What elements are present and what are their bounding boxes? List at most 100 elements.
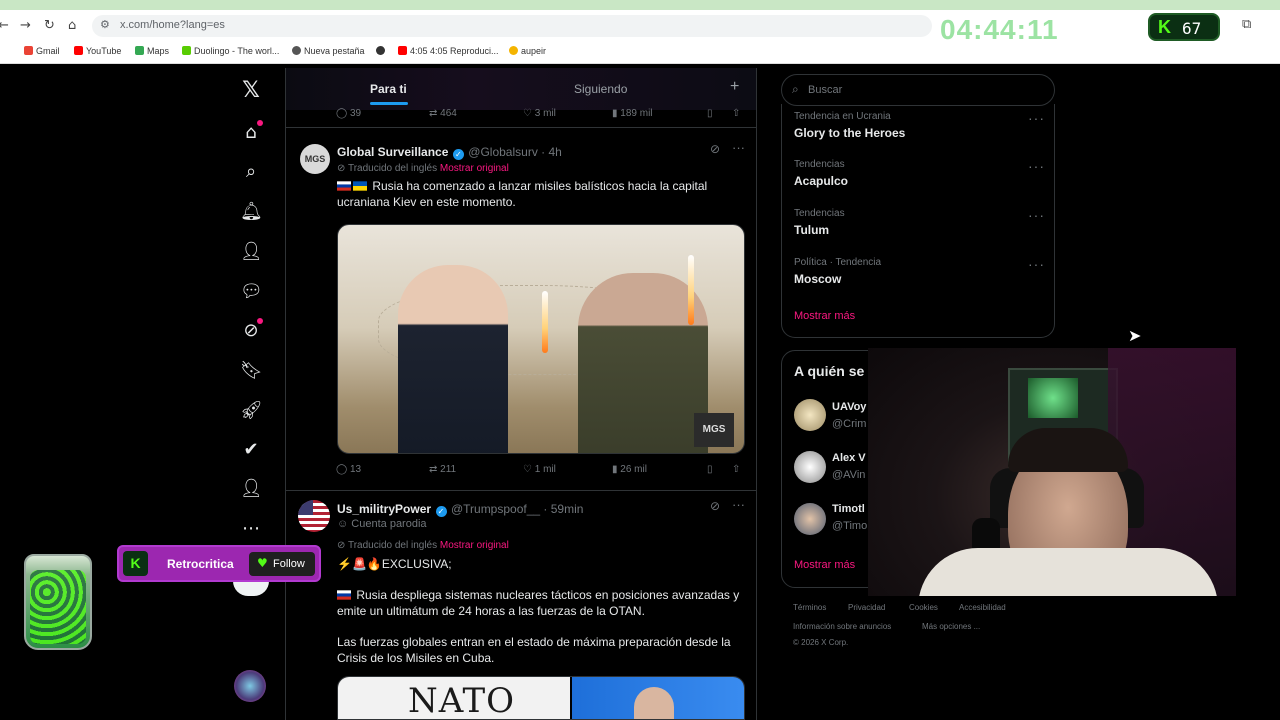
trend-meta: Tendencias [794, 159, 845, 170]
follow-label: Follow [273, 558, 305, 570]
jar-widget [24, 554, 92, 650]
home-icon[interactable]: ⌂ [68, 18, 76, 33]
search-box[interactable]: ⌕ Buscar [781, 74, 1055, 106]
repost-button[interactable]: ⇄ 464 [429, 108, 457, 119]
user-avatar[interactable] [794, 399, 826, 431]
bookmark-video[interactable]: 4:05 4:05 Reproduci... [398, 46, 499, 56]
footer-cookies[interactable]: Cookies [909, 603, 938, 612]
reply-button[interactable]: ◯ 13 [336, 464, 361, 475]
translate-icon: ⊘ [337, 540, 348, 551]
trend-item[interactable]: Tendencias Tulum ··· [782, 201, 1054, 249]
add-tab-icon[interactable]: + [730, 78, 739, 96]
post-more-icon[interactable]: ··· [732, 140, 745, 155]
search-icon: ⌕ [792, 82, 799, 96]
messages-icon[interactable]: 💬︎ [240, 281, 263, 303]
tab-siguiendo[interactable]: Siguiendo [574, 82, 627, 96]
post-more-icon[interactable]: ··· [732, 497, 745, 512]
verified-badge-icon: ✓ [435, 506, 447, 517]
footer-copyright: © 2026 X Corp. [793, 638, 849, 647]
post-text: Rusia despliega sistemas nucleares tácti… [337, 588, 740, 618]
user-handle: @AVin [832, 469, 866, 481]
post-avatar[interactable] [298, 500, 330, 532]
trend-more-icon[interactable]: ··· [1028, 256, 1045, 272]
trend-item[interactable]: Tendencias Acapulco ··· [782, 152, 1054, 200]
x-logo-icon[interactable]: 𝕏 [240, 78, 262, 103]
grok-explain-icon[interactable]: ⊘ [710, 499, 720, 513]
search-nav-icon[interactable]: ⌕ [240, 161, 262, 183]
profile-icon[interactable]: 👤︎ [240, 478, 263, 500]
notifications-icon[interactable]: 🔔︎ [240, 201, 263, 223]
bookmark-gmail[interactable]: Gmail [24, 46, 60, 56]
footer-ads-info[interactable]: Información sobre anuncios [793, 622, 891, 631]
trend-item[interactable]: Tendencia en Ucrania Glory to the Heroes… [782, 104, 1054, 152]
user-name[interactable]: Timotl [832, 503, 865, 515]
trend-item[interactable]: Política · Tendencia Moscow ··· [782, 250, 1054, 298]
author-handle[interactable]: @Trumpspoof__ · 59min [451, 502, 583, 516]
footer-terms[interactable]: Términos [793, 603, 826, 612]
trend-more-icon[interactable]: ··· [1028, 110, 1045, 126]
home-nav-icon[interactable]: ⌂ [240, 120, 263, 144]
footer-privacy[interactable]: Privacidad [848, 603, 885, 612]
trend-more-icon[interactable]: ··· [1028, 207, 1045, 223]
jar-contents [30, 570, 86, 644]
streamer-shirt [918, 548, 1218, 596]
site-info-icon[interactable]: ⚙ [100, 18, 110, 31]
post-media-image[interactable]: NATO [337, 676, 745, 720]
views-button[interactable]: ▮ 189 mil [612, 108, 653, 119]
like-button[interactable]: ♡ 1 mil [523, 464, 556, 475]
user-avatar[interactable] [794, 503, 826, 535]
footer-more-options[interactable]: Más opciones ... [922, 622, 980, 631]
address-bar[interactable]: ⚙ x.com/home?lang=es [92, 15, 932, 37]
account-avatar[interactable] [234, 670, 266, 702]
back-icon[interactable]: ← [0, 18, 9, 33]
bookmark-button[interactable]: ▯ [707, 464, 713, 475]
grok-icon[interactable]: ⊘ [240, 318, 263, 342]
reply-button[interactable]: ◯ 39 [336, 108, 361, 119]
bookmark-youtube[interactable]: YouTube [74, 46, 121, 56]
follow-button[interactable]: ♥ Follow [249, 552, 315, 576]
bookmark-button[interactable]: ▯ [707, 108, 713, 119]
show-original-link[interactable]: Mostrar original [440, 163, 509, 174]
user-name[interactable]: UAVoy [832, 401, 866, 413]
user-avatar[interactable] [794, 451, 826, 483]
kick-logo-icon: K [123, 551, 148, 576]
trends-show-more-link[interactable]: Mostrar más [794, 310, 855, 322]
flag-canton [298, 500, 313, 515]
bookmark-new-tab[interactable]: Nueva pestaña [292, 46, 365, 56]
forward-icon[interactable]: → [20, 18, 31, 33]
views-button[interactable]: ▮ 26 mil [612, 464, 647, 475]
trend-more-icon[interactable]: ··· [1028, 158, 1045, 174]
bookmark-globe[interactable] [376, 46, 388, 56]
author-handle[interactable]: @Globalsurv · 4h [468, 145, 562, 159]
bookmark-duolingo[interactable]: Duolingo - The worl... [182, 46, 279, 56]
tab-para-ti[interactable]: Para ti [370, 82, 407, 96]
author-name[interactable]: Global Surveillance [337, 145, 448, 159]
share-button[interactable]: ⇧ [732, 464, 740, 475]
post-actions: ◯ 13 ⇄ 211 ♡ 1 mil ▮ 26 mil ▯ ⇧ [336, 464, 746, 480]
verified-orgs-icon[interactable]: ✔ [240, 439, 262, 461]
share-button[interactable]: ⇧ [732, 108, 740, 119]
reload-icon[interactable]: ↻ [44, 18, 55, 33]
bookmark-aupeir[interactable]: aupeir [509, 46, 546, 56]
more-options-icon[interactable]: ⋯ [240, 518, 262, 540]
author-name[interactable]: Us_militryPower [337, 502, 431, 516]
grok-explain-icon[interactable]: ⊘ [710, 142, 720, 156]
show-original-link[interactable]: Mostrar original [440, 540, 509, 551]
post-avatar[interactable]: MGS [300, 144, 330, 174]
background-screen [1028, 378, 1078, 418]
bookmarks-icon[interactable]: 🔖︎ [240, 360, 263, 382]
like-button[interactable]: ♡ 3 mil [523, 108, 556, 119]
timeline-tabs: Para ti Siguiendo + [286, 68, 756, 110]
bookmark-maps[interactable]: Maps [135, 46, 169, 56]
repost-button[interactable]: ⇄ 211 [429, 464, 456, 475]
post-headline: ⚡🚨🔥EXCLUSIVA; [337, 557, 452, 571]
footer-accessibility[interactable]: Accesibilidad [959, 603, 1006, 612]
extensions-icon[interactable]: ⧉ [1242, 17, 1251, 32]
nato-text: NATO [408, 681, 515, 720]
premium-rocket-icon[interactable]: 🚀︎ [240, 400, 263, 422]
browser-toolbar: ← → ↻ ⌂ ⚙ x.com/home?lang=es 04:44:11 K … [0, 10, 1280, 45]
add-person-icon[interactable]: 👤︎ [240, 241, 263, 263]
who-show-more-link[interactable]: Mostrar más [794, 559, 855, 571]
post-media-image[interactable]: MGS [337, 224, 745, 454]
user-name[interactable]: Alex V [832, 452, 866, 464]
